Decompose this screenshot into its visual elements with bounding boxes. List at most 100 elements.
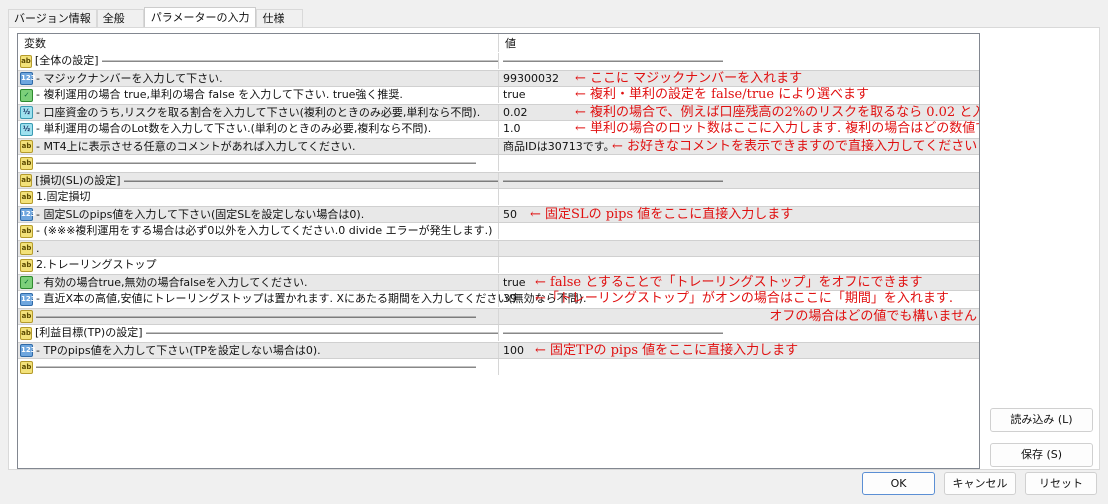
variable-cell: 123- マジックナンバーを入力して下さい. <box>18 71 499 86</box>
variable-cell: ½- 口座資金のうち,リスクを取る割合を入力して下さい(複利のときのみ必要,単利… <box>18 105 499 120</box>
value-cell[interactable] <box>499 257 979 273</box>
table-row[interactable]: 123- 直近X本の高値,安値にトレーリングストップは置かれます. Xにあたる期… <box>18 291 979 308</box>
column-header-value[interactable]: 値 <box>499 34 979 52</box>
variable-cell: ab 2.トレーリングストップ <box>18 257 499 273</box>
column-header-variable[interactable]: 変数 <box>18 34 499 52</box>
boolean-type-icon: ✓ <box>20 88 33 102</box>
variable-name: - TPのpips値を入力して下さい(TPを設定しない場合は0). <box>36 343 321 357</box>
variable-cell: ✓ - 複利運用の場合 true,単利の場合 false を入力して下さい. tr… <box>18 87 499 103</box>
text-type-icon: ab <box>20 140 33 153</box>
variable-cell: ab ――――――――――――――――――――――――――――――――――――――… <box>18 155 499 171</box>
text-type-icon: ab <box>20 190 33 204</box>
parameter-table: 変数 値 ab [全体の設定] ―――――――――――――――――――――――――… <box>17 33 980 469</box>
value-cell[interactable] <box>499 155 979 171</box>
tab-specs[interactable]: 仕様 <box>256 9 304 28</box>
variable-cell: 123- 直近X本の高値,安値にトレーリングストップは置かれます. Xにあたる期… <box>18 291 586 307</box>
variable-name: - MT4上に表示させる任意のコメントがあれば入力してください. <box>36 139 356 153</box>
variable-cell: ✓ - 有効の場合true,無効の場合falseを入力してください. <box>18 275 499 290</box>
variable-name: - 有効の場合true,無効の場合falseを入力してください. <box>36 275 308 289</box>
tab-parameters[interactable]: パラメーターの入力 <box>143 7 257 28</box>
tab-version-info[interactable]: バージョン情報 <box>8 9 97 28</box>
variable-cell: 123- TPのpips値を入力して下さい(TPを設定しない場合は0). <box>18 343 499 358</box>
variable-name: [利益目標(TP)の設定] ――――――――――――――――――――――――――… <box>34 326 498 339</box>
table-row[interactable]: ab 2.トレーリングストップ <box>18 257 979 274</box>
table-row[interactable]: ab [損切(SL)の設定] ――――――――――――――――――――――――――… <box>18 172 979 189</box>
table-row[interactable]: ab - MT4上に表示させる任意のコメントがあれば入力してください. 商品IDは3… <box>18 138 979 155</box>
value-cell[interactable] <box>499 359 979 375</box>
text-type-icon: ab <box>20 326 32 340</box>
reset-button[interactable]: リセット <box>1025 472 1097 495</box>
annotation-note: ← 複利・単利の設定を false/true により選べます <box>575 87 869 102</box>
annotation-note: ← false とすることで「トレーリングストップ」をオフにできます <box>535 275 923 290</box>
variable-name: - 固定SLのpips値を入力して下さい(固定SLを設定しない場合は0). <box>36 207 365 221</box>
tab-general[interactable]: 全般 <box>96 9 144 28</box>
value-cell[interactable] <box>499 189 979 205</box>
value-cell[interactable] <box>499 241 979 256</box>
table-row[interactable]: ab [全体の設定] ――――――――――――――――――――――――――――――… <box>18 53 979 70</box>
variable-name: [損切(SL)の設定] ――――――――――――――――――――――――――――… <box>35 173 498 187</box>
ok-button[interactable]: OK <box>862 472 935 495</box>
annotation-note: ← 単利の場合のロット数はここに入力します. 複利の場合はどの数値でも構いません <box>575 121 979 136</box>
variable-cell: ab - MT4上に表示させる任意のコメントがあれば入力してください. <box>18 139 499 154</box>
variable-name: - (※※※複利運用をする場合は必ず0以外を入力してください.0 divide … <box>36 224 493 237</box>
double-type-icon: ½ <box>20 106 33 119</box>
variable-cell: 123- 固定SLのpips値を入力して下さい(固定SLを設定しない場合は0). <box>18 207 499 222</box>
table-row[interactable]: ab ――――――――――――――――――――――――――――――――――――――… <box>18 308 979 325</box>
table-row[interactable]: ab 1.固定損切 <box>18 189 979 206</box>
table-row[interactable]: ab ――――――――――――――――――――――――――――――――――――――… <box>18 155 979 172</box>
variable-cell: ½- 単利運用の場合のLot数を入力して下さい.(単利のときのみ必要,複利なら不… <box>18 121 499 137</box>
text-type-icon: ab <box>20 54 32 68</box>
variable-name: - 複利運用の場合 true,単利の場合 false を入力して下さい. tru… <box>36 88 403 101</box>
table-row[interactable]: ab. <box>18 240 979 257</box>
table-row[interactable]: ✓ - 複利運用の場合 true,単利の場合 false を入力して下さい. tr… <box>18 87 979 104</box>
annotation-note: ← 固定SLの pips 値をここに直接入力します <box>530 207 794 222</box>
variable-name: [全体の設定] ――――――――――――――――――――――――――――――――… <box>34 54 498 67</box>
integer-type-icon: 123 <box>20 292 36 306</box>
variable-cell: ab ――――――――――――――――――――――――――――――――――――――… <box>18 359 499 375</box>
table-row[interactable]: 123- マジックナンバーを入力して下さい. 99300032 ← ここに マジック… <box>18 70 979 87</box>
value-cell[interactable]: ―――――――――――――――――――― <box>499 53 979 69</box>
text-type-icon: ab <box>20 258 33 272</box>
table-row[interactable]: 123- 固定SLのpips値を入力して下さい(固定SLを設定しない場合は0).… <box>18 206 979 223</box>
table-header: 変数 値 <box>18 34 979 53</box>
save-button[interactable]: 保存 (S) <box>990 443 1093 467</box>
integer-type-icon: 123 <box>20 72 36 85</box>
tab-bar: バージョン情報 全般 パラメーターの入力 仕様 <box>8 7 304 28</box>
text-type-icon: ab <box>20 310 33 323</box>
table-row[interactable]: ab ――――――――――――――――――――――――――――――――――――――… <box>18 359 979 376</box>
table-row[interactable]: 123- TPのpips値を入力して下さい(TPを設定しない場合は0). 100 ←… <box>18 342 979 359</box>
annotation-note: ← 固定TPの pips 値をここに直接入力します <box>535 343 799 358</box>
integer-type-icon: 123 <box>20 344 36 357</box>
variable-name: ―――――――――――――――――――――――――――――――――――――――― <box>36 360 476 373</box>
cancel-button[interactable]: キャンセル <box>944 472 1016 495</box>
variable-name: - マジックナンバーを入力して下さい. <box>36 71 223 85</box>
table-row[interactable]: ab - (※※※複利運用をする場合は必ず0以外を入力してください.0 divid… <box>18 223 979 240</box>
annotation-note: オフの場合はどの値でも構いません <box>769 309 977 324</box>
variable-name: - 単利運用の場合のLot数を入力して下さい.(単利のときのみ必要,複利なら不問… <box>36 122 432 135</box>
variable-cell: ab [全体の設定] ――――――――――――――――――――――――――――――… <box>18 53 499 69</box>
annotation-note: ← お好きなコメントを表示できますので直接入力してください <box>612 139 978 154</box>
variable-cell: ab [損切(SL)の設定] ――――――――――――――――――――――――――… <box>18 173 499 188</box>
integer-type-icon: 123 <box>20 208 36 221</box>
annotation-note: ←「トレーリングストップ」がオンの場合はここに「期間」を入れます. <box>535 291 954 306</box>
table-row[interactable]: ✓ - 有効の場合true,無効の場合falseを入力してください. true ← f… <box>18 274 979 291</box>
text-type-icon: ab <box>20 360 33 374</box>
value-cell[interactable]: ―――――――――――――――――――― <box>499 325 979 341</box>
variable-name: ―――――――――――――――――――――――――――――――――――――――― <box>36 309 476 323</box>
value-cell[interactable] <box>499 223 979 239</box>
variable-cell: ab ――――――――――――――――――――――――――――――――――――――… <box>18 309 499 324</box>
table-row[interactable]: ½- 口座資金のうち,リスクを取る割合を入力して下さい(複利のときのみ必要,単利… <box>18 104 979 121</box>
text-type-icon: ab <box>20 242 33 255</box>
variable-name: ―――――――――――――――――――――――――――――――――――――――― <box>36 156 476 169</box>
text-type-icon: ab <box>20 174 33 187</box>
value-cell[interactable]: ―――――――――――――――――――― <box>499 173 979 188</box>
variable-name: . <box>36 241 40 255</box>
load-button[interactable]: 読み込み (L) <box>990 408 1093 432</box>
variable-cell: ab [利益目標(TP)の設定] ――――――――――――――――――――――――… <box>18 325 499 341</box>
variable-name: - 口座資金のうち,リスクを取る割合を入力して下さい(複利のときのみ必要,単利な… <box>36 105 481 119</box>
annotation-note: ← ここに マジックナンバーを入れます <box>575 71 803 86</box>
annotation-note: ← 複利の場合で、例えば口座残高の2%のリスクを取るなら 0.02 と入力します <box>575 105 979 120</box>
variable-name: - 直近X本の高値,安値にトレーリングストップは置かれます. Xにあたる期間を入… <box>36 292 587 305</box>
table-row[interactable]: ½- 単利運用の場合のLot数を入力して下さい.(単利のときのみ必要,複利なら不… <box>18 121 979 138</box>
table-row[interactable]: ab [利益目標(TP)の設定] ――――――――――――――――――――――――… <box>18 325 979 342</box>
